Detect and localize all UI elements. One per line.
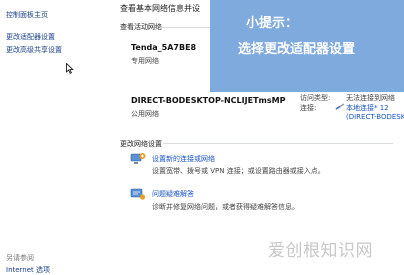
tip-overlay: 小提示： 选择更改适配器设置 (210, 0, 404, 92)
active-networks-title: 查看活动网络 (120, 23, 162, 31)
change-adapter-settings-link[interactable]: 更改适配器设置 (6, 32, 55, 42)
divider (163, 143, 393, 144)
troubleshoot-desc: 诊断并修复网络问题，或者获得疑难解答信息。 (152, 203, 299, 211)
access-type-label: 访问类型: (300, 94, 331, 102)
change-advanced-sharing-link[interactable]: 更改高级共享设置 (6, 45, 62, 55)
mouse-cursor-icon (66, 63, 74, 74)
connection-signal-icon (335, 103, 345, 110)
sidebar: 控制面板主页 更改适配器设置 更改高级共享设置 另请参阅 Internet 选项 (0, 0, 112, 275)
internet-options-link[interactable]: Internet 选项 (6, 265, 50, 275)
tip-text: 选择更改适配器设置 (238, 42, 356, 57)
new-connection-icon (130, 153, 146, 164)
network-name-1: Tenda_5A7BE8 (131, 43, 197, 52)
divider (160, 27, 212, 28)
access-type-value: 无法连接到网络 (346, 94, 395, 102)
control-panel-home-link[interactable]: 控制面板主页 (6, 10, 48, 20)
change-settings-title: 更改网络设置 (120, 140, 162, 148)
page-header: 查看基本网络信息并设 (120, 4, 200, 13)
troubleshoot-icon (130, 188, 146, 200)
network-type-1: 专用网络 (131, 57, 159, 65)
troubleshoot-link[interactable]: 问题疑难解答 (152, 189, 194, 199)
setup-connection-desc: 设置宽带、拨号或 VPN 连接；或设置路由器或接入点。 (152, 167, 325, 175)
tip-title: 小提示： (246, 16, 299, 31)
connection-link-cont[interactable]: (DIRECT-BODESK (346, 113, 404, 121)
watermark-text: 爱创根知识网 (268, 241, 373, 261)
connection-link[interactable]: 本地连接* 12 (346, 103, 389, 113)
network-type-2: 公用网络 (131, 110, 159, 118)
see-also-heading: 另请参阅 (6, 254, 34, 262)
connection-label: 连接: (300, 104, 317, 112)
network-name-2: DIRECT-BODESKTOP-NCLIJETmsMP (131, 96, 286, 105)
setup-connection-link[interactable]: 设置新的连接或网络 (152, 154, 215, 164)
